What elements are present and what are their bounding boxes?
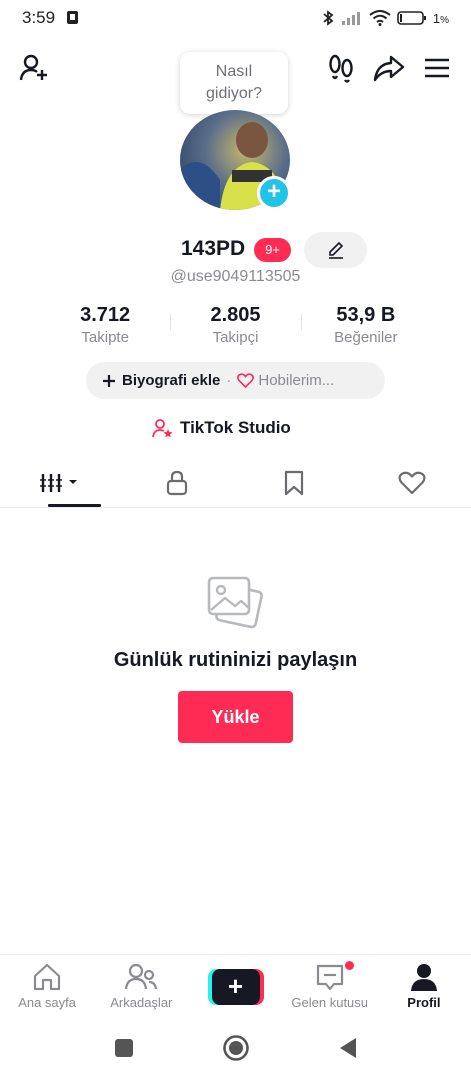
nav-profile[interactable]: Profil	[377, 955, 471, 1020]
status-bubble[interactable]: Nasıl gidiyor?	[180, 52, 288, 114]
wifi-icon	[369, 10, 391, 26]
status-icons: 1%	[321, 7, 449, 29]
nav-label: Ana sayfa	[18, 995, 77, 1010]
tab-private[interactable]	[118, 458, 236, 507]
square-icon	[114, 1038, 133, 1057]
stat-likes[interactable]: 53,9 B Beğeniler	[300, 302, 431, 352]
stat-value: 53,9 B	[336, 304, 396, 326]
create-plus-icon: +	[207, 969, 264, 1005]
tab-videos[interactable]	[0, 458, 118, 507]
heart-outline-icon	[237, 373, 255, 388]
nav-inbox[interactable]: Gelen kutusu	[283, 955, 377, 1020]
share-icon	[373, 55, 405, 82]
back-button[interactable]	[338, 1037, 358, 1064]
bio-separator: ·	[226, 372, 232, 389]
signal-off-icon	[341, 12, 360, 25]
photos-icon	[205, 572, 265, 632]
heart-icon	[398, 471, 426, 494]
tab-saved[interactable]	[236, 458, 354, 507]
add-friend-button[interactable]	[18, 52, 50, 84]
friends-icon	[125, 963, 158, 990]
bottom-nav: Ana sayfa Arkadaşlar + Gelen kutusu Prof…	[0, 954, 471, 1020]
add-bio-label: Biyografi ekle	[122, 372, 221, 389]
footprints-icon	[329, 54, 353, 83]
home-system-button[interactable]	[222, 1034, 250, 1067]
profile-tabs	[0, 458, 471, 508]
bubble-line2: gidiyor?	[205, 85, 263, 102]
nav-label: Profil	[407, 995, 441, 1010]
menu-button[interactable]	[422, 52, 452, 84]
add-friend-icon	[19, 54, 47, 81]
studio-label: TikTok Studio	[180, 418, 291, 437]
empty-state-title: Günlük rutininizi paylaşın	[113, 649, 358, 671]
user-handle: @use9049113505	[170, 268, 301, 285]
battery-percent: 1%	[432, 10, 449, 26]
stat-value: 3.712	[80, 304, 131, 326]
circle-icon	[222, 1034, 249, 1061]
plus-icon	[103, 374, 115, 387]
username: 143PD	[181, 237, 246, 260]
stat-following[interactable]: 3.712 Takipte	[40, 302, 170, 352]
tab-active-indicator	[48, 504, 101, 507]
lock-icon	[166, 470, 187, 495]
nav-home[interactable]: Ana sayfa	[0, 955, 94, 1020]
inbox-unread-dot	[344, 961, 354, 970]
add-avatar-button[interactable]: +	[257, 176, 291, 210]
nav-label: Gelen kutusu	[291, 995, 369, 1010]
bookmark-icon	[285, 470, 304, 495]
stat-label: Takipçi	[212, 329, 259, 346]
notification-badge[interactable]: 9+	[254, 238, 291, 262]
stat-followers[interactable]: 2.805 Takipçi	[170, 302, 300, 352]
menu-icon	[425, 58, 449, 78]
nav-create[interactable]: +	[188, 955, 282, 1020]
studio-creator-icon	[152, 419, 173, 438]
battery-icon	[397, 11, 426, 25]
hobbies-label: Hobilerim...	[258, 372, 335, 389]
bluetooth-icon	[323, 10, 334, 26]
recents-button[interactable]	[114, 1038, 134, 1063]
nav-friends[interactable]: Arkadaşlar	[94, 955, 188, 1020]
stat-value: 2.805	[210, 304, 261, 326]
share-profile-button[interactable]	[372, 52, 406, 84]
inbox-icon	[316, 964, 343, 991]
status-bar: 3:59 1%	[0, 0, 471, 36]
home-icon	[33, 963, 61, 991]
videos-grid-icon	[39, 473, 77, 492]
nav-label: Arkadaşlar	[110, 995, 173, 1010]
stats-row: 3.712 Takipte 2.805 Takipçi 53,9 B Beğen…	[40, 302, 431, 352]
sim-alert-icon	[67, 11, 78, 24]
system-nav-bar	[0, 1020, 471, 1080]
tiktok-studio-link[interactable]: TikTok Studio	[152, 416, 291, 440]
edit-profile-button[interactable]	[304, 232, 367, 268]
upload-button[interactable]: Yükle	[178, 691, 293, 743]
stat-label: Beğeniler	[334, 329, 398, 346]
bio-pill[interactable]: Biyografi ekle · Hobilerim...	[86, 362, 385, 399]
tab-liked[interactable]	[353, 458, 471, 507]
profile-icon	[410, 964, 437, 991]
status-time: 3:59	[22, 8, 56, 27]
bubble-line1: Nasıl	[215, 63, 253, 80]
back-triangle-icon	[339, 1037, 356, 1058]
pencil-icon	[328, 241, 343, 259]
stat-label: Takipte	[81, 329, 129, 346]
name-row: 143PD 9+	[0, 232, 471, 268]
profile-views-button[interactable]	[326, 52, 356, 84]
